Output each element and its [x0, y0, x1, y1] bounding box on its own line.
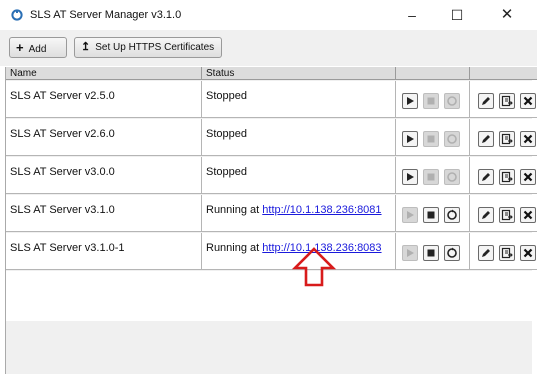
- delete-button[interactable]: [520, 207, 536, 223]
- play-icon: [407, 173, 414, 181]
- stop-icon: [427, 135, 435, 143]
- pencil-icon: [482, 173, 490, 181]
- stop-icon: [427, 249, 435, 257]
- window-title: SLS AT Server Manager v3.1.0: [30, 9, 182, 21]
- stop-button[interactable]: [423, 245, 439, 261]
- start-button[interactable]: [402, 207, 418, 223]
- pencil-icon: [482, 135, 490, 143]
- certificate-icon: ↥: [81, 41, 91, 53]
- delete-button[interactable]: [520, 245, 536, 261]
- table-row[interactable]: SLS AT Server v3.1.0-1 Running at http:/…: [6, 233, 537, 270]
- log-button[interactable]: [499, 207, 515, 223]
- restart-button[interactable]: [444, 169, 460, 185]
- document-arrow-icon: [501, 171, 513, 183]
- column-header-actions: [470, 67, 536, 80]
- minimize-button[interactable]: –: [390, 4, 434, 26]
- plus-icon: +: [16, 40, 24, 55]
- server-name: SLS AT Server v2.6.0: [10, 128, 115, 140]
- document-arrow-icon: [501, 209, 513, 221]
- arrow-up-icon: [291, 247, 337, 287]
- start-button[interactable]: [402, 245, 418, 261]
- app-logo-icon: [11, 9, 23, 21]
- https-button-label: Set Up HTTPS Certificates: [95, 42, 215, 53]
- column-header-status[interactable]: Status: [202, 67, 396, 80]
- column-header-controls: [396, 67, 470, 80]
- restart-icon: [447, 172, 457, 182]
- restart-button[interactable]: [444, 93, 460, 109]
- table-empty-area: [6, 271, 537, 321]
- pencil-icon: [482, 249, 490, 257]
- stop-button[interactable]: [423, 93, 439, 109]
- document-arrow-icon: [501, 133, 513, 145]
- restart-button[interactable]: [444, 207, 460, 223]
- title-bar: SLS AT Server Manager v3.1.0 – ☐ ✕: [0, 0, 537, 30]
- stop-icon: [427, 97, 435, 105]
- table-row[interactable]: SLS AT Server v3.0.0 Stopped: [6, 157, 537, 194]
- pencil-icon: [482, 211, 490, 219]
- edit-button[interactable]: [478, 169, 494, 185]
- play-icon: [407, 135, 414, 143]
- table-row[interactable]: SLS AT Server v3.1.0 Running at http://1…: [6, 195, 537, 232]
- document-arrow-icon: [501, 247, 513, 259]
- start-button[interactable]: [402, 131, 418, 147]
- table-header: Name Status: [6, 67, 537, 80]
- maximize-button[interactable]: ☐: [435, 4, 479, 26]
- delete-button[interactable]: [520, 93, 536, 109]
- delete-x-icon: [523, 134, 533, 144]
- delete-x-icon: [523, 96, 533, 106]
- edit-button[interactable]: [478, 207, 494, 223]
- restart-icon: [447, 247, 457, 258]
- edit-button[interactable]: [478, 245, 494, 261]
- log-button[interactable]: [499, 131, 515, 147]
- restart-icon: [447, 134, 457, 144]
- delete-x-icon: [523, 172, 533, 182]
- log-button[interactable]: [499, 245, 515, 261]
- stop-button[interactable]: [423, 131, 439, 147]
- server-status: Stopped: [206, 128, 247, 140]
- play-icon: [407, 249, 414, 257]
- stop-button[interactable]: [423, 169, 439, 185]
- table-row[interactable]: SLS AT Server v2.6.0 Stopped: [6, 119, 537, 156]
- log-button[interactable]: [499, 93, 515, 109]
- play-icon: [407, 97, 414, 105]
- pencil-icon: [482, 97, 490, 105]
- restart-icon: [447, 209, 457, 220]
- restart-button[interactable]: [444, 131, 460, 147]
- add-button[interactable]: + Add: [9, 37, 67, 58]
- stop-icon: [427, 211, 435, 219]
- table-row[interactable]: SLS AT Server v2.5.0 Stopped: [6, 81, 537, 118]
- edit-button[interactable]: [478, 131, 494, 147]
- server-url-link[interactable]: http://10.1.138.236:8081: [262, 204, 381, 216]
- document-arrow-icon: [501, 95, 513, 107]
- delete-x-icon: [523, 210, 533, 220]
- column-header-name[interactable]: Name: [6, 67, 202, 80]
- stop-button[interactable]: [423, 207, 439, 223]
- start-button[interactable]: [402, 93, 418, 109]
- start-button[interactable]: [402, 169, 418, 185]
- delete-button[interactable]: [520, 131, 536, 147]
- add-button-label: Add: [28, 44, 47, 55]
- restart-button[interactable]: [444, 245, 460, 261]
- server-status: Running at http://10.1.138.236:8081: [206, 204, 382, 216]
- delete-x-icon: [523, 248, 533, 258]
- restart-icon: [447, 96, 457, 106]
- set-up-https-button[interactable]: ↥ Set Up HTTPS Certificates: [74, 37, 222, 58]
- close-button[interactable]: ✕: [485, 4, 529, 26]
- server-name: SLS AT Server v3.0.0: [10, 166, 115, 178]
- server-status: Stopped: [206, 90, 247, 102]
- toolbar: + Add ↥ Set Up HTTPS Certificates: [0, 30, 537, 66]
- server-table: Name Status SLS AT Server v2.5.0 Stopped…: [5, 67, 537, 374]
- stop-icon: [427, 173, 435, 181]
- delete-button[interactable]: [520, 169, 536, 185]
- server-name: SLS AT Server v2.5.0: [10, 90, 115, 102]
- log-button[interactable]: [499, 169, 515, 185]
- server-status: Stopped: [206, 166, 247, 178]
- server-name: SLS AT Server v3.1.0: [10, 204, 115, 216]
- edit-button[interactable]: [478, 93, 494, 109]
- play-icon: [407, 211, 414, 219]
- server-name: SLS AT Server v3.1.0-1: [10, 242, 125, 254]
